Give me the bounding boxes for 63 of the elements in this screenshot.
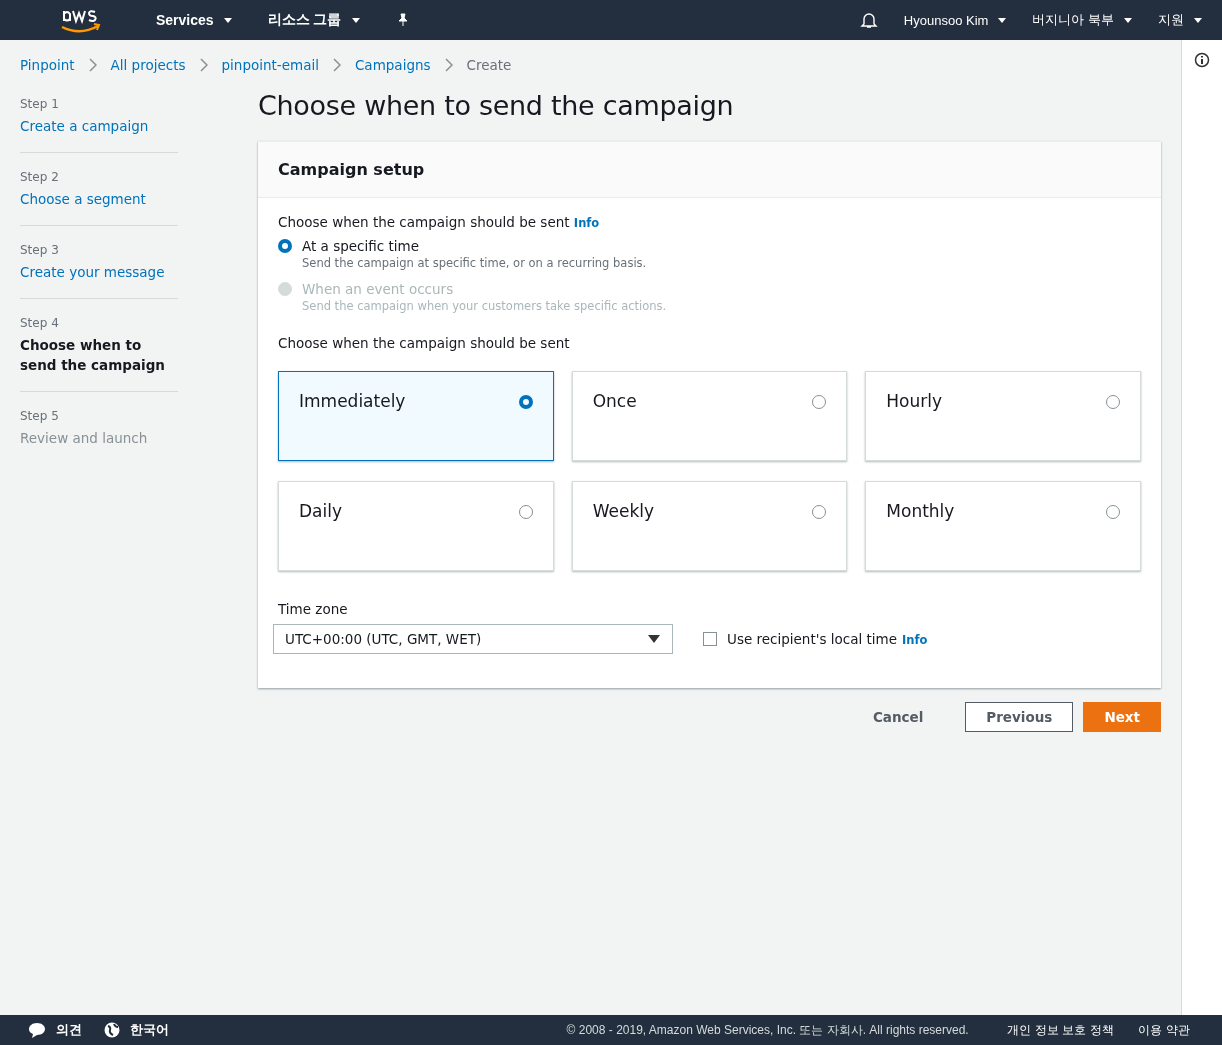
dropdown-caret-icon	[648, 635, 660, 643]
previous-button[interactable]: Previous	[965, 702, 1074, 732]
privacy-policy-link[interactable]: 개인 정보 보호 정책	[1006, 1021, 1115, 1039]
chevron-right-icon	[444, 58, 453, 72]
terms-of-use-link[interactable]: 이용 약관	[1138, 1021, 1190, 1039]
caret-down-icon	[223, 17, 232, 23]
caret-down-icon	[998, 17, 1007, 23]
checkbox[interactable]	[703, 632, 717, 646]
support-menu[interactable]: 지원	[1158, 11, 1202, 29]
field-label: Time zone	[278, 601, 349, 617]
cancel-button[interactable]: Cancel	[852, 702, 944, 732]
frequency-option-card[interactable]: Immediately	[278, 371, 554, 461]
resource-groups-menu[interactable]: 리소스 그룹	[267, 11, 360, 29]
frequency-option-card[interactable]: Weekly	[571, 481, 848, 571]
copyright-text: © 2008 - 2019, Amazon Web Services, Inc. 또는 자회사. All rights reserved.	[566, 1021, 969, 1039]
caret-down-icon	[1124, 17, 1132, 23]
step-label[interactable]: Choose a segment	[20, 189, 178, 209]
field-label: Choose when the campaign should be sent	[278, 214, 570, 230]
feedback-link[interactable]: 의견	[56, 1021, 82, 1039]
breadcrumb-item[interactable]: Pinpoint	[20, 57, 75, 73]
step-label[interactable]: Create a campaign	[20, 116, 178, 136]
page-title: Choose when to send the campaign	[258, 90, 735, 121]
breadcrumb-item[interactable]: pinpoint-email	[221, 57, 319, 73]
radio-description: Send the campaign when your customers take specific actions.	[302, 299, 667, 313]
info-icon[interactable]	[1194, 52, 1210, 68]
caret-down-icon	[1194, 17, 1202, 23]
globe-icon[interactable]	[104, 1022, 120, 1038]
frequency-option-card[interactable]: Once	[571, 371, 848, 461]
caret-down-icon	[351, 17, 360, 23]
chevron-right-icon	[199, 58, 208, 72]
step-number: Step 3	[20, 243, 60, 257]
step-number: Step 4	[20, 316, 60, 330]
chevron-right-icon	[88, 58, 97, 72]
radio-button[interactable]	[278, 239, 292, 253]
region-menu[interactable]: 버지니아 북부	[1032, 11, 1132, 29]
panel-title: Campaign setup	[278, 160, 426, 179]
frequency-option-card[interactable]: Hourly	[865, 371, 1141, 461]
step-label[interactable]: Create your message	[20, 262, 178, 282]
breadcrumb-item[interactable]: All projects	[110, 57, 186, 73]
frequency-option-card[interactable]: Monthly	[865, 481, 1141, 571]
notification-bell-icon[interactable]	[859, 11, 878, 29]
info-link[interactable]: Info	[902, 633, 928, 647]
language-selector[interactable]: 한국어	[130, 1021, 169, 1039]
step-number: Step 2	[20, 170, 60, 184]
radio-button[interactable]	[518, 395, 533, 409]
frequency-option-card[interactable]: Daily	[278, 481, 554, 571]
step-number: Step 1	[20, 97, 60, 111]
field-label: Choose when the campaign should be sent	[278, 335, 571, 351]
services-menu[interactable]: Services	[156, 12, 232, 28]
step-number: Step 5	[20, 409, 60, 423]
radio-label: When an event occurs	[302, 281, 455, 297]
breadcrumb-item[interactable]: Campaigns	[354, 57, 431, 73]
info-link[interactable]: Info	[573, 216, 600, 230]
user-menu[interactable]: Hyounsoo Kim	[903, 12, 1007, 28]
checkbox-label: Use recipient's local time	[727, 631, 897, 647]
step-label: Choose when to send the campaign	[20, 336, 166, 375]
time-zone-dropdown[interactable]: UTC+00:00 (UTC, GMT, WET)	[273, 624, 673, 654]
breadcrumb-item: Create	[466, 57, 512, 73]
step-label: Review and launch	[20, 429, 149, 448]
radio-description: Send the campaign at specific time, or on a recurring basis.	[302, 256, 647, 270]
radio-label: At a specific time	[302, 238, 420, 254]
chevron-right-icon	[332, 58, 341, 72]
speech-bubble-icon[interactable]	[28, 1022, 46, 1038]
